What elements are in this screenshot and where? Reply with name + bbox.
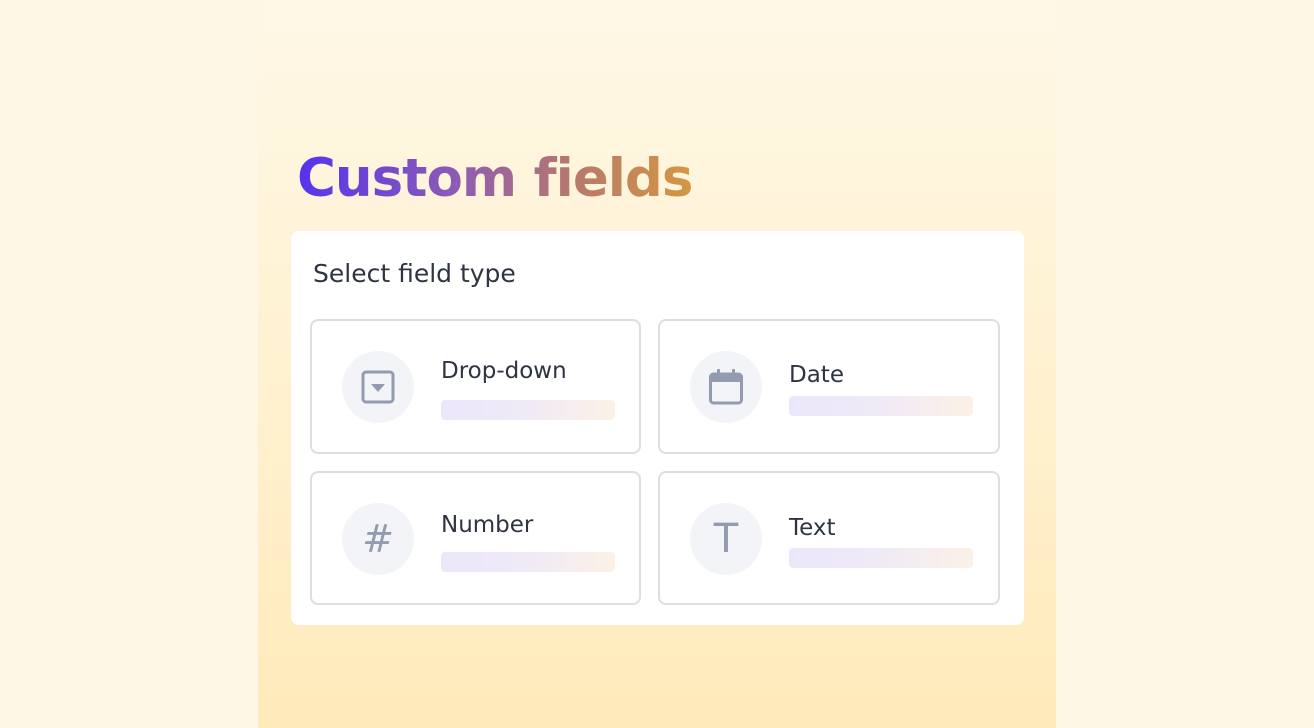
text-t-icon: T xyxy=(713,516,739,562)
dropdown-icon-badge xyxy=(342,351,414,423)
hash-icon-badge: # xyxy=(342,503,414,575)
hash-icon: # xyxy=(362,517,394,561)
field-option-text[interactable]: T Text xyxy=(658,471,1000,605)
calendar-icon-badge xyxy=(690,351,762,423)
option-label: Number xyxy=(441,512,534,538)
field-type-panel: Select field type Drop-down Date # Numbe… xyxy=(291,231,1024,625)
option-placeholder-bar xyxy=(441,400,615,420)
text-t-icon-badge: T xyxy=(690,503,762,575)
panel-title: Select field type xyxy=(313,259,516,288)
page-title: Custom fields xyxy=(297,143,693,215)
calendar-icon xyxy=(709,369,743,405)
dropdown-icon xyxy=(361,370,395,404)
option-label: Text xyxy=(789,515,836,541)
option-placeholder-bar xyxy=(441,552,615,572)
option-label: Date xyxy=(789,362,844,388)
option-placeholder-bar xyxy=(789,396,973,416)
option-label: Drop-down xyxy=(441,358,567,384)
field-option-date[interactable]: Date xyxy=(658,319,1000,454)
option-placeholder-bar xyxy=(789,548,973,568)
field-option-number[interactable]: # Number xyxy=(310,471,641,605)
field-option-dropdown[interactable]: Drop-down xyxy=(310,319,641,454)
